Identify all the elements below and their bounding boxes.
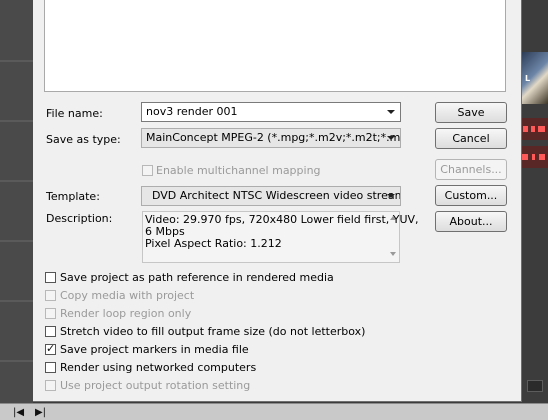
copy-media-label: Copy media with project [60,289,195,302]
file-name-combobox[interactable]: nov3 render 001 [141,102,401,122]
project-markers-checkbox[interactable] [45,342,56,355]
multichannel-checkbox[interactable] [142,165,153,176]
track-divider [0,120,33,122]
scroll-control[interactable] [527,380,543,392]
render-as-dialog: File name: nov3 render 001 Save as type:… [33,0,522,402]
skip-to-end-icon[interactable]: ▶| [34,407,47,418]
skip-to-start-icon[interactable]: |◀ [12,407,25,418]
rotation-setting-checkbox[interactable] [45,380,56,391]
transport-bar: |◀ ▶| [0,403,548,420]
networked-render-checkbox[interactable] [45,362,56,373]
scroll-down-icon[interactable] [390,252,396,256]
save-as-type-value: MainConcept MPEG-2 (*.mpg;*.m2v;*.m2t;*.… [146,131,401,144]
path-reference-checkbox[interactable] [45,272,56,283]
template-select[interactable]: DVD Architect NTSC Widescreen video stre… [141,186,401,206]
stretch-video-label: Stretch video to fill output frame size … [60,325,366,338]
save-button[interactable]: Save [435,102,507,123]
rotation-setting-label: Use project output rotation setting [60,379,251,392]
project-markers-label: Save project markers in media file [60,343,249,356]
copy-media-checkbox[interactable] [45,290,56,301]
multichannel-label: Enable multichannel mapping [156,164,321,177]
timeline-track-headers [0,0,33,403]
template-label: Template: [46,190,100,203]
description-box: Video: 29.970 fps, 720x480 Lower field f… [142,211,419,263]
loop-region-label: Render loop region only [60,307,192,320]
scroll-up-icon[interactable] [390,216,396,220]
chevron-down-icon[interactable] [387,110,395,114]
audio-waveform [521,118,548,140]
save-as-type-label: Save as type: [46,133,121,146]
description-line: Pixel Aspect Ratio: 1.212 [145,237,282,250]
file-name-label: File name: [46,107,103,120]
description-scrollbar[interactable] [387,212,399,262]
file-browser-pane[interactable] [44,0,506,92]
cancel-button[interactable]: Cancel [435,128,507,149]
template-value: DVD Architect NTSC Widescreen video stre… [152,189,401,202]
stretch-video-checkbox[interactable] [45,326,56,337]
video-thumbnail: L [521,52,548,104]
path-reference-label: Save project as path reference in render… [60,271,334,284]
track-divider [0,360,33,362]
track-divider [0,180,33,182]
audio-waveform [521,146,548,168]
chevron-down-icon[interactable] [387,136,395,140]
loop-region-checkbox[interactable] [45,308,56,319]
networked-render-label: Render using networked computers [60,361,257,374]
file-name-value: nov3 render 001 [146,105,238,118]
timeline-area: L [521,0,548,403]
track-divider [0,60,33,62]
channels-button[interactable]: Channels... [435,159,507,180]
save-as-type-select[interactable]: MainConcept MPEG-2 (*.mpg;*.m2v;*.m2t;*.… [141,128,401,148]
chevron-down-icon[interactable] [387,194,395,198]
about-button[interactable]: About... [435,211,507,232]
track-divider [0,240,33,242]
track-divider [0,300,33,302]
custom-button[interactable]: Custom... [435,185,507,206]
description-label: Description: [46,212,113,225]
